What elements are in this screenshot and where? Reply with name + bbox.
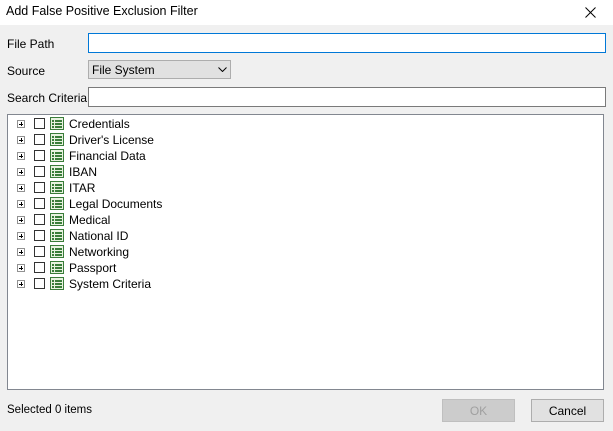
- tree-item-checkbox[interactable]: [34, 214, 45, 225]
- expand-plus-icon[interactable]: [17, 248, 25, 256]
- tree-item-checkbox[interactable]: [34, 166, 45, 177]
- tree-item-checkbox[interactable]: [34, 230, 45, 241]
- list-icon: [50, 277, 64, 290]
- expand-plus-icon[interactable]: [17, 120, 25, 128]
- tree-item-label: Credentials: [69, 117, 130, 131]
- list-icon: [50, 197, 64, 210]
- cancel-button[interactable]: Cancel: [531, 399, 604, 422]
- tree-item-checkbox[interactable]: [34, 278, 45, 289]
- expand-plus-icon[interactable]: [17, 280, 25, 288]
- title-bar: Add False Positive Exclusion Filter: [0, 0, 613, 25]
- expand-plus-icon[interactable]: [17, 200, 25, 208]
- list-icon: [50, 181, 64, 194]
- expand-plus-icon[interactable]: [17, 136, 25, 144]
- search-criteria-input[interactable]: [88, 87, 606, 107]
- tree-item[interactable]: Driver's License: [8, 132, 308, 148]
- tree-item-checkbox[interactable]: [34, 134, 45, 145]
- tree-item-label: Driver's License: [69, 133, 154, 147]
- chevron-down-icon: [214, 61, 230, 78]
- tree-item-checkbox[interactable]: [34, 246, 45, 257]
- tree-item-label: IBAN: [69, 165, 98, 179]
- tree-item[interactable]: Medical: [8, 212, 308, 228]
- list-icon: [50, 213, 64, 226]
- expand-plus-icon[interactable]: [17, 184, 25, 192]
- tree-item[interactable]: ITAR: [8, 180, 308, 196]
- tree-item-label: Networking: [69, 245, 130, 259]
- tree-item[interactable]: System Criteria: [8, 276, 308, 292]
- close-button[interactable]: [567, 0, 613, 25]
- tree-item[interactable]: Legal Documents: [8, 196, 308, 212]
- tree-item-label: National ID: [69, 229, 129, 243]
- close-icon: [584, 7, 596, 18]
- source-label: Source: [7, 64, 46, 78]
- tree-item[interactable]: Passport: [8, 260, 308, 276]
- tree-item-label: ITAR: [69, 181, 96, 195]
- tree-item-label: System Criteria: [69, 277, 152, 291]
- file-path-label: File Path: [7, 37, 55, 51]
- ok-button[interactable]: OK: [442, 399, 515, 422]
- tree-item-label: Passport: [69, 261, 117, 275]
- tree-item-label: Financial Data: [69, 149, 146, 163]
- window-title: Add False Positive Exclusion Filter: [6, 4, 198, 18]
- expand-plus-icon[interactable]: [17, 232, 25, 240]
- tree-item[interactable]: National ID: [8, 228, 308, 244]
- tree-item-checkbox[interactable]: [34, 198, 45, 209]
- search-criteria-label: Search Criteria: [7, 91, 88, 105]
- tree-item-label: Medical: [69, 213, 111, 227]
- source-selected-value: File System: [92, 62, 155, 77]
- tree-item[interactable]: Networking: [8, 244, 308, 260]
- list-icon: [50, 133, 64, 146]
- file-path-input[interactable]: [88, 33, 606, 53]
- expand-plus-icon[interactable]: [17, 168, 25, 176]
- tree-item-label: Legal Documents: [69, 197, 163, 211]
- criteria-tree[interactable]: Credentials Driver's License Financial Dat…: [7, 114, 604, 390]
- list-icon: [50, 117, 64, 130]
- tree-item[interactable]: Credentials: [8, 116, 308, 132]
- list-icon: [50, 229, 64, 242]
- list-icon: [50, 261, 64, 274]
- expand-plus-icon[interactable]: [17, 152, 25, 160]
- list-icon: [50, 149, 64, 162]
- tree-item[interactable]: Financial Data: [8, 148, 308, 164]
- list-icon: [50, 245, 64, 258]
- source-dropdown[interactable]: File System: [88, 60, 231, 79]
- tree-item-checkbox[interactable]: [34, 150, 45, 161]
- tree-item[interactable]: IBAN: [8, 164, 308, 180]
- tree-item-checkbox[interactable]: [34, 118, 45, 129]
- expand-plus-icon[interactable]: [17, 216, 25, 224]
- expand-plus-icon[interactable]: [17, 264, 25, 272]
- list-icon: [50, 165, 64, 178]
- tree-item-checkbox[interactable]: [34, 262, 45, 273]
- tree-item-checkbox[interactable]: [34, 182, 45, 193]
- selection-status: Selected 0 items: [7, 404, 93, 416]
